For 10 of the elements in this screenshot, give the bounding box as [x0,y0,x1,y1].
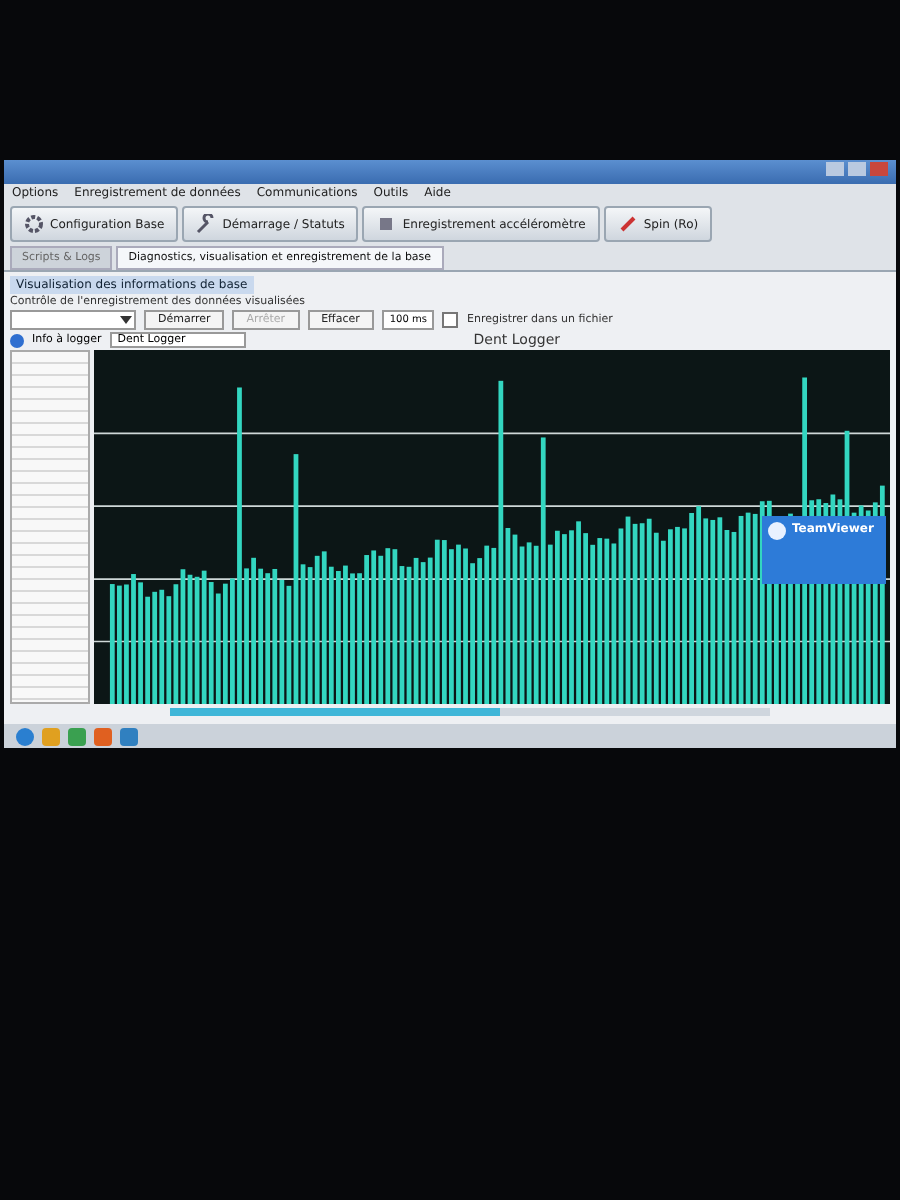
dropdown[interactable] [10,310,136,330]
logo-icon [768,522,786,540]
checkbox[interactable] [442,312,459,328]
slash-icon [617,214,638,234]
start-button[interactable] [16,727,34,745]
caret-icon [120,316,132,324]
gear-icon [24,214,44,234]
square-icon [376,214,397,234]
info-icon [10,333,24,347]
wrench-icon [196,214,217,234]
